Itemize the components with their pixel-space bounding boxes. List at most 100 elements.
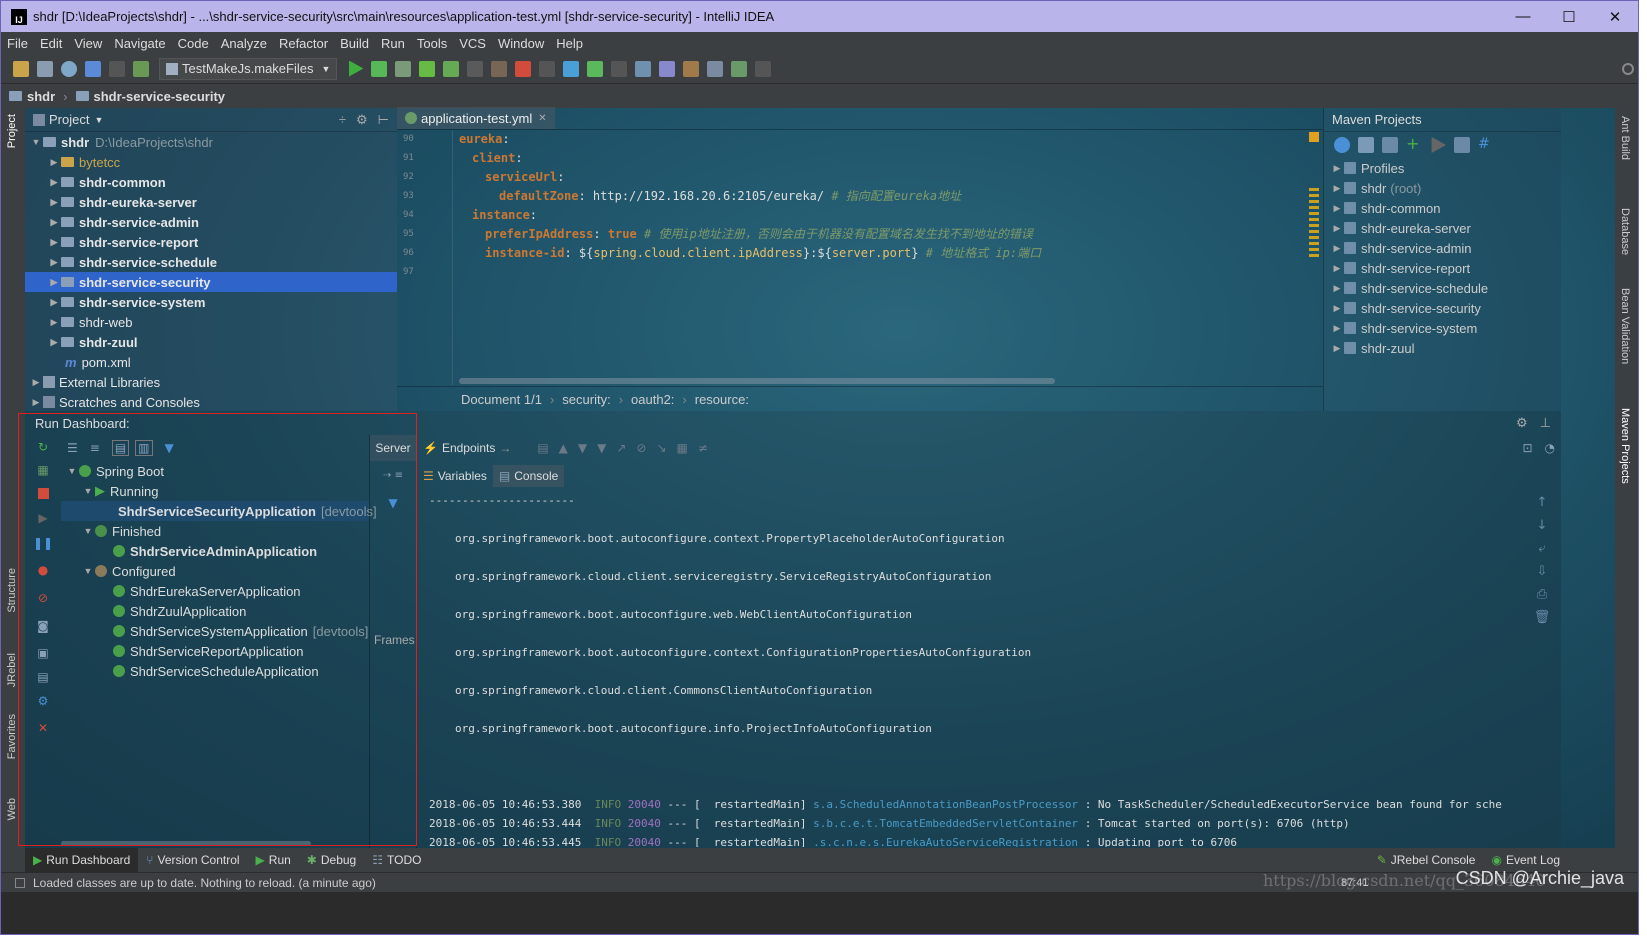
restore-layout-icon[interactable]: ▤ (25, 665, 61, 689)
tree-root[interactable]: ▼ shdr D:\IdeaProjects\shdr (25, 132, 397, 152)
menu-vcs[interactable]: VCS (453, 36, 492, 51)
tree-running[interactable]: ▼ ▶ Running (61, 481, 369, 501)
scroll-up-icon[interactable]: ↑ (1537, 495, 1548, 510)
maven-module[interactable]: ▶ shdr-zuul (1324, 338, 1561, 358)
add-icon[interactable]: + (1406, 136, 1422, 153)
tree-item-scratches[interactable]: ▶ Scratches and Consoles (25, 392, 397, 412)
tree-configured[interactable]: ▼ Configured (61, 561, 369, 581)
back-arrow-icon[interactable] (85, 60, 101, 77)
maven-module[interactable]: ▶ shdr-eureka-server (1324, 218, 1561, 238)
settings-icon[interactable]: ⚙ (25, 689, 61, 713)
tree-item-external-libraries[interactable]: ▶ External Libraries (25, 372, 397, 392)
menu-edit[interactable]: Edit (34, 36, 68, 51)
rerun-all-icon[interactable]: ▦ (25, 459, 61, 481)
status-toggle-icon[interactable] (15, 877, 25, 888)
bottom-tab-run[interactable]: ▶ Run (248, 848, 299, 872)
menu-file[interactable]: File (1, 36, 34, 51)
editor-breadcrumb-security[interactable]: security: (562, 392, 610, 407)
stop-icon[interactable] (25, 481, 61, 505)
menu-window[interactable]: Window (492, 36, 550, 51)
tool-tab-maven-projects[interactable]: Maven Projects (1619, 408, 1631, 484)
menu-code[interactable]: Code (172, 36, 215, 51)
coverage-icon[interactable] (395, 60, 412, 77)
minimize-panel-icon[interactable]: ⊥ (1540, 415, 1551, 431)
breadcrumb-root[interactable]: shdr (1, 89, 63, 104)
print-icon[interactable]: ⎙ (1537, 587, 1547, 602)
menu-refactor[interactable]: Refactor (273, 36, 334, 51)
editor-tab-application-test[interactable]: application-test.yml ✕ (397, 107, 555, 129)
horizontal-scrollbar[interactable] (459, 378, 1055, 384)
vcs-update-icon[interactable] (563, 60, 580, 77)
memory-icon[interactable]: ◔ (1545, 441, 1555, 455)
debug-icon[interactable] (371, 60, 388, 77)
download-icon[interactable] (1382, 137, 1398, 153)
gear-icon[interactable]: ⚙ (356, 112, 368, 128)
maven-root[interactable]: ▶ shdr (root) (1324, 178, 1561, 198)
tree-app-configured[interactable]: ShdrZuulApplication (61, 601, 369, 621)
jrebel-debug-icon[interactable] (443, 60, 460, 77)
tree-item-shdr-common[interactable]: ▶ shdr-common (25, 172, 397, 192)
collapse-all-icon[interactable]: ÷ (339, 112, 346, 127)
tree-app-configured[interactable]: ShdrServiceScheduleApplication (61, 661, 369, 681)
maven-module[interactable]: ▶ shdr-service-report (1324, 258, 1561, 278)
vcs-commit-icon[interactable] (587, 60, 604, 77)
open-folder-icon[interactable] (13, 60, 29, 77)
close-button[interactable]: ✕ (1592, 1, 1638, 32)
maximize-button[interactable]: ☐ (1546, 1, 1592, 32)
bottom-tab-version-control[interactable]: ⑂ Version Control (138, 848, 247, 872)
group-by-type-icon[interactable]: ▤ (111, 440, 130, 456)
tree-spring-boot[interactable]: ▼ Spring Boot (61, 461, 369, 481)
mute-breakpoints-icon[interactable]: ⊘ (25, 585, 61, 611)
generate-sources-icon[interactable] (1358, 137, 1374, 153)
tasks-icon[interactable] (755, 60, 772, 77)
run-icon[interactable] (349, 60, 364, 77)
tool-tab-ant-build[interactable]: Ant Build (1619, 116, 1631, 160)
skip-tests-icon[interactable]: # (1478, 137, 1494, 153)
scroll-to-end-icon[interactable]: ⇩ (1537, 564, 1548, 579)
tool-tab-project[interactable]: Project (6, 114, 18, 148)
menu-run[interactable]: Run (375, 36, 411, 51)
resume-icon[interactable]: ▶ (25, 505, 61, 531)
settings-icon[interactable] (683, 60, 700, 77)
tree-app-running[interactable]: ShdrServiceSecurityApplication [devtools] (61, 501, 377, 521)
editor-breadcrumb-resource[interactable]: resource: (695, 392, 749, 407)
inspection-status-icon[interactable] (1309, 132, 1319, 142)
clear-all-icon[interactable]: 🗑 (1534, 610, 1551, 625)
tree-horizontal-scrollbar[interactable] (61, 841, 311, 846)
menu-build[interactable]: Build (334, 36, 375, 51)
build-icon[interactable] (133, 60, 149, 77)
group-by-status-icon[interactable]: ▥ (135, 440, 153, 456)
tree-item-shdr-service-schedule[interactable]: ▶ shdr-service-schedule (25, 252, 397, 272)
tool-tab-structure[interactable]: Structure (6, 568, 18, 613)
tree-item-shdr-service-system[interactable]: ▶ shdr-service-system (25, 292, 397, 312)
layout-icon[interactable]: ▣ (25, 641, 61, 665)
restore-layout-icon[interactable]: ⊡ (1522, 441, 1532, 455)
tree-item-shdr-service-security[interactable]: ▶ shdr-service-security (25, 272, 397, 292)
camera-icon[interactable]: ◙ (25, 611, 61, 641)
collapse-all-icon[interactable]: ≡ (90, 441, 100, 455)
maven-module[interactable]: ▶ shdr-service-admin (1324, 238, 1561, 258)
vcs-history-icon[interactable] (635, 60, 652, 77)
vcs-compare-icon[interactable] (611, 60, 628, 77)
hide-panel-icon[interactable]: ⊢ (378, 112, 389, 128)
soft-wrap-icon[interactable]: ⤶ (1538, 541, 1545, 556)
tree-app-configured[interactable]: ShdrEurekaServerApplication (61, 581, 369, 601)
maven-module[interactable]: ▶ shdr-common (1324, 198, 1561, 218)
maven-module[interactable]: ▶ shdr-service-security (1324, 298, 1561, 318)
editor-breadcrumb-oauth2[interactable]: oauth2: (631, 392, 674, 407)
pause-icon[interactable]: ❚❚ (25, 531, 61, 555)
close-icon[interactable]: ✕ (25, 713, 61, 743)
expand-all-icon[interactable]: ☰ (67, 441, 78, 455)
tool-tab-jrebel[interactable]: JRebel (6, 653, 18, 687)
hammer-icon[interactable] (491, 60, 508, 77)
editor-breadcrumb-doc[interactable]: Document 1/1 (461, 392, 542, 407)
menu-analyze[interactable]: Analyze (215, 36, 273, 51)
maven-module[interactable]: ▶ shdr-service-system (1324, 318, 1561, 338)
bottom-tab-debug[interactable]: ✱ Debug (299, 848, 364, 872)
revert-icon[interactable] (659, 60, 676, 77)
tree-item-shdr-service-admin[interactable]: ▶ shdr-service-admin (25, 212, 397, 232)
tool-tab-favorites[interactable]: Favorites (6, 714, 18, 759)
bottom-tab-todo[interactable]: ☷ TODO (364, 848, 429, 872)
tree-app-finished[interactable]: ShdrServiceAdminApplication (61, 541, 369, 561)
toggle-offline-icon[interactable] (1454, 137, 1470, 153)
